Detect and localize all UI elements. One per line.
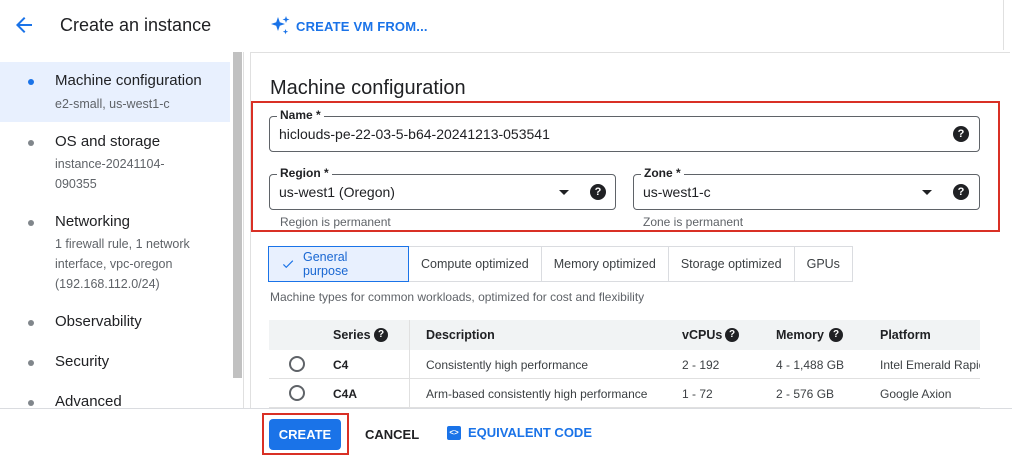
- name-field-label: Name *: [277, 108, 324, 122]
- sidebar-item-sub: instance-20241104-090355: [55, 157, 165, 191]
- dot-icon: [28, 220, 34, 226]
- help-icon[interactable]: ?: [590, 184, 606, 200]
- sidebar-item-machine-configuration[interactable]: Machine configuration e2-small, us-west1…: [0, 62, 230, 122]
- sidebar-item-label: Advanced: [55, 393, 122, 408]
- section-title: Machine configuration: [270, 77, 466, 99]
- table-row[interactable]: C4A Arm-based consistently high performa…: [269, 379, 980, 408]
- sidebar-item-label: Machine configuration: [55, 72, 202, 89]
- sidebar-item-sub: e2-small, us-west1-c: [55, 97, 170, 111]
- cell-vcpus: 2 - 192: [682, 358, 720, 372]
- cell-memory: 4 - 1,488 GB: [776, 358, 845, 372]
- cell-platform: Google Axion: [880, 387, 952, 401]
- tab-gpus[interactable]: GPUs: [793, 246, 853, 282]
- region-field-label: Region *: [277, 166, 332, 180]
- machine-series-table: Series ? Description vCPUs ? Memory ? Pl…: [269, 320, 980, 420]
- column-header-memory: Memory: [776, 328, 824, 342]
- dot-icon: [28, 400, 34, 406]
- back-arrow-icon[interactable]: [12, 13, 36, 37]
- help-icon[interactable]: ?: [953, 184, 969, 200]
- cell-description: Arm-based consistently high performance: [426, 387, 648, 401]
- tab-label: GPUs: [806, 257, 840, 271]
- name-field[interactable]: Name * hiclouds-pe-22-03-5-b64-20241213-…: [269, 108, 980, 152]
- column-divider: [409, 320, 410, 410]
- tab-compute-optimized[interactable]: Compute optimized: [408, 246, 542, 282]
- create-vm-from-label: CREATE VM FROM...: [296, 18, 428, 34]
- sidebar-item-networking[interactable]: Networking 1 firewall rule, 1 network in…: [0, 210, 230, 300]
- check-icon: [282, 260, 294, 269]
- cell-memory: 2 - 576 GB: [776, 387, 835, 401]
- zone-field-value: us-west1-c: [643, 184, 711, 200]
- create-button[interactable]: CREATE: [269, 419, 341, 450]
- column-header-platform: Platform: [880, 328, 931, 342]
- equivalent-code-button[interactable]: <> EQUIVALENT CODE: [447, 425, 592, 440]
- sidebar-item-advanced[interactable]: Advanced: [0, 392, 230, 408]
- dot-icon: [28, 360, 34, 366]
- dropdown-arrow-icon[interactable]: [922, 190, 932, 195]
- tab-description: Machine types for common workloads, opti…: [270, 290, 645, 304]
- sidebar-item-label: Networking: [55, 213, 131, 230]
- column-header-description: Description: [426, 328, 495, 342]
- tab-label: General purpose: [302, 250, 349, 278]
- tab-storage-optimized[interactable]: Storage optimized: [667, 246, 795, 282]
- sidebar-item-label: Observability: [55, 313, 142, 330]
- help-icon[interactable]: ?: [725, 328, 739, 342]
- cell-series: C4: [333, 358, 349, 372]
- tab-general-purpose[interactable]: General purpose: [268, 246, 409, 282]
- zone-hint: Zone is permanent: [643, 215, 744, 229]
- page-title: Create an instance: [60, 15, 212, 35]
- help-icon[interactable]: ?: [953, 126, 969, 142]
- zone-select[interactable]: Zone * us-west1-c ?: [633, 166, 980, 210]
- equivalent-code-label: EQUIVALENT CODE: [468, 425, 592, 440]
- machine-family-tabs: General purpose Compute optimized Memory…: [268, 246, 853, 282]
- zone-field-label: Zone *: [641, 166, 684, 180]
- name-field-value: hiclouds-pe-22-03-5-b64-20241213-053541: [279, 126, 550, 142]
- help-icon[interactable]: ?: [374, 328, 388, 342]
- column-header-vcpus: vCPUs: [682, 328, 723, 342]
- code-icon: <>: [447, 425, 461, 440]
- tab-memory-optimized[interactable]: Memory optimized: [540, 246, 669, 282]
- column-header-series: Series: [333, 328, 371, 342]
- dropdown-arrow-icon[interactable]: [559, 190, 569, 195]
- table-header: Series ? Description vCPUs ? Memory ? Pl…: [269, 320, 980, 350]
- page-header: Create an instance CREATE VM FROM...: [0, 0, 1012, 50]
- help-icon[interactable]: ?: [829, 328, 843, 342]
- header-divider: [1003, 0, 1004, 50]
- dot-icon: [28, 320, 34, 326]
- cell-description: Consistently high performance: [426, 358, 589, 372]
- cell-series: C4A: [333, 387, 358, 401]
- region-select[interactable]: Region * us-west1 (Oregon) ?: [269, 166, 616, 210]
- sidebar-item-sub: 1 firewall rule, 1 network interface, vp…: [55, 237, 190, 291]
- sidebar-item-observability[interactable]: Observability: [0, 312, 230, 340]
- sidebar-item-security[interactable]: Security: [0, 352, 230, 380]
- region-field-value: us-west1 (Oregon): [279, 184, 395, 200]
- tab-label: Compute optimized: [421, 257, 529, 271]
- sidebar: Machine configuration e2-small, us-west1…: [0, 52, 244, 408]
- active-dot-icon: [28, 79, 34, 85]
- sidebar-item-os-and-storage[interactable]: OS and storage instance-20241104-090355: [0, 130, 230, 194]
- create-vm-from-button[interactable]: CREATE VM FROM...: [268, 14, 428, 38]
- radio-button[interactable]: [289, 385, 305, 401]
- sparkle-icon: [271, 16, 290, 35]
- sidebar-scrollbar[interactable]: [233, 52, 242, 378]
- table-row[interactable]: C4 Consistently high performance 2 - 192…: [269, 350, 980, 379]
- sidebar-item-label: OS and storage: [55, 133, 161, 150]
- region-hint: Region is permanent: [280, 215, 391, 229]
- cancel-button[interactable]: CANCEL: [365, 427, 419, 442]
- radio-button[interactable]: [289, 356, 305, 372]
- tab-label: Storage optimized: [680, 257, 782, 271]
- cell-platform: Intel Emerald Rapids: [880, 358, 980, 372]
- dot-icon: [28, 140, 34, 146]
- cell-vcpus: 1 - 72: [682, 387, 713, 401]
- sidebar-item-label: Security: [55, 353, 110, 370]
- tab-label: Memory optimized: [553, 257, 656, 271]
